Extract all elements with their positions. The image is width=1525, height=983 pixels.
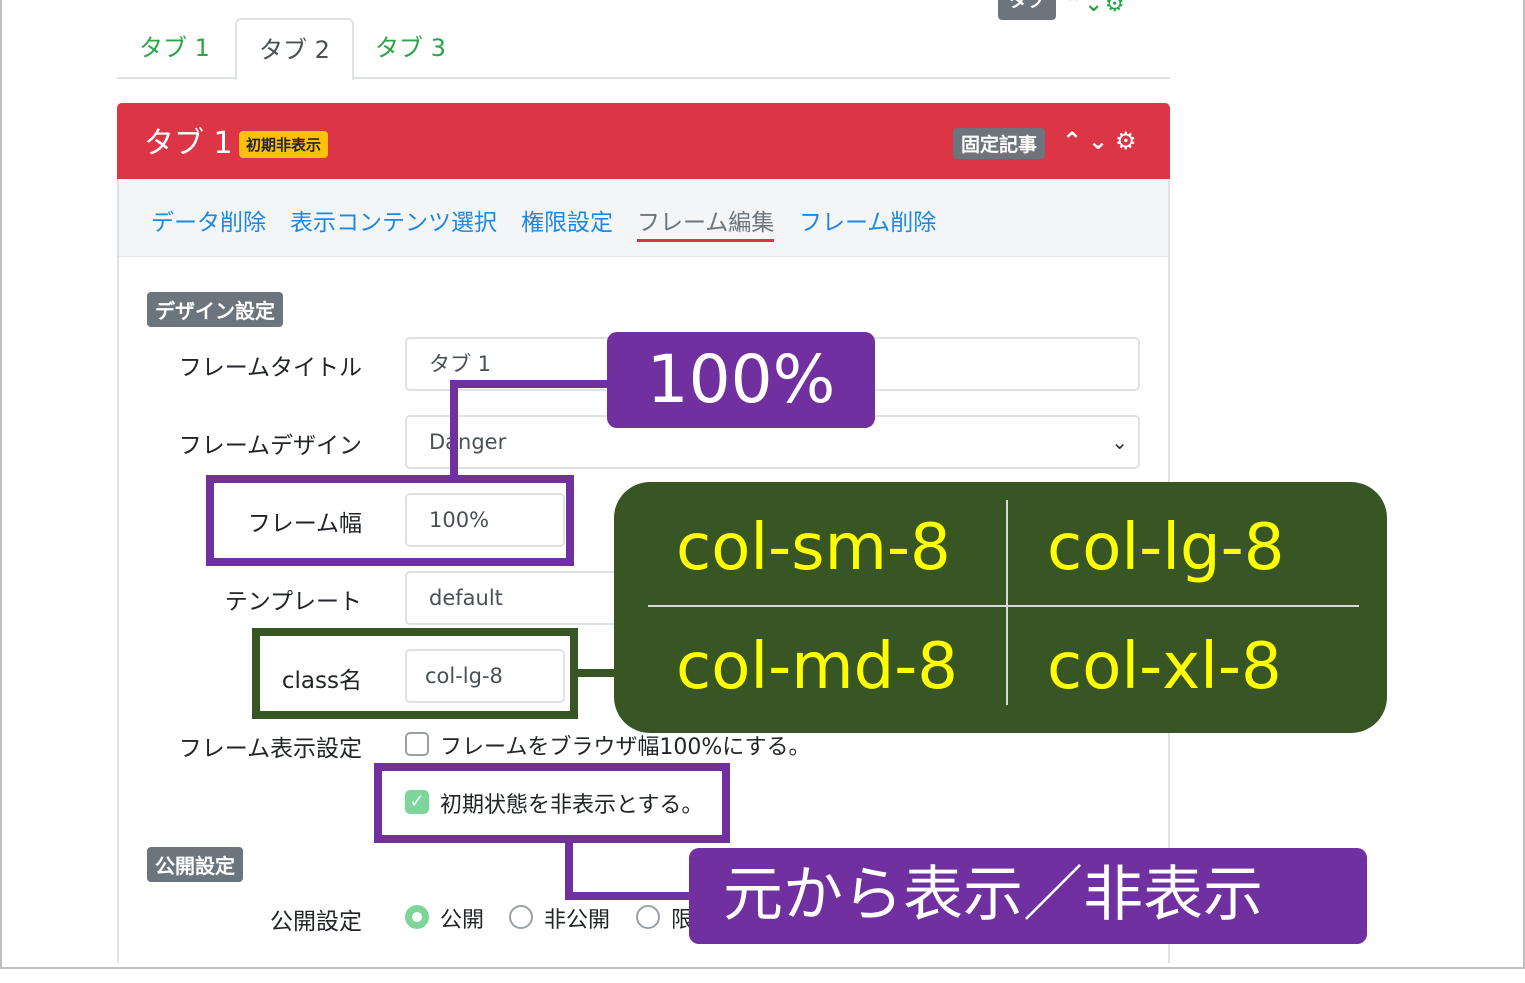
subnav-data-delete[interactable]: データ削除 <box>151 203 266 237</box>
chevron-up-icon[interactable]: ⌃ <box>1064 0 1084 17</box>
private-radio-label: 非公開 <box>544 908 611 933</box>
browser-width-checkbox[interactable] <box>405 732 429 756</box>
frame-title: タブ 1 <box>144 126 233 161</box>
tab-bar: タブ 1 タブ 2 タブ 3 <box>117 18 1170 81</box>
width-callout: 100% <box>607 332 875 428</box>
callout-connector <box>450 380 612 388</box>
template-select[interactable]: default <box>405 571 625 625</box>
class-example-cell: col-lg-8 <box>1047 511 1285 585</box>
initial-hidden-highlight <box>374 763 730 843</box>
callout-connector <box>450 380 458 479</box>
template-label: テンプレート <box>224 589 362 615</box>
top-frame-controls: ⌃⌄⚙ <box>1064 0 1127 17</box>
frame-design-value: Danger <box>429 430 507 454</box>
callout-connector <box>565 892 693 900</box>
tab-3[interactable]: タブ 3 <box>353 18 468 79</box>
class-name-highlight <box>252 628 578 719</box>
frame-width-highlight <box>206 475 574 566</box>
subnav-frame-delete[interactable]: フレーム削除 <box>799 203 936 237</box>
callout-connector <box>574 669 618 677</box>
toggle-callout: 元から表示／非表示 <box>689 848 1367 944</box>
top-frame-badge: タブ <box>998 0 1056 20</box>
chevron-down-icon: ⌄ <box>1111 430 1128 454</box>
browser-width-option-label: フレームをブラウザ幅100%にする。 <box>440 735 811 760</box>
subnav-permissions[interactable]: 権限設定 <box>521 203 613 237</box>
class-example-cell: col-md-8 <box>676 630 958 704</box>
class-example-cell: col-sm-8 <box>676 511 951 585</box>
frame-display-label: フレーム表示設定 <box>178 736 362 762</box>
limited-radio[interactable] <box>636 905 660 929</box>
fixed-article-badge: 固定記事 <box>953 128 1046 159</box>
frame-title-label: フレームタイトル <box>178 355 362 381</box>
design-settings-badge: デザイン設定 <box>147 292 283 327</box>
chevron-up-icon[interactable]: ⌃ <box>1062 127 1082 155</box>
public-radio[interactable] <box>405 905 429 929</box>
tab-1[interactable]: タブ 1 <box>117 18 232 79</box>
frame-design-label: フレームデザイン <box>178 433 362 459</box>
private-radio[interactable] <box>509 905 533 929</box>
public-settings-badge: 公開設定 <box>147 847 243 882</box>
subnav-content-select[interactable]: 表示コンテンツ選択 <box>290 203 497 237</box>
tab-2[interactable]: タブ 2 <box>235 18 354 81</box>
gear-icon[interactable]: ⚙ <box>1115 127 1137 155</box>
table-divider <box>1006 500 1008 705</box>
chevron-down-icon[interactable]: ⌄ <box>1084 0 1104 17</box>
class-example-cell: col-xl-8 <box>1047 630 1282 704</box>
initial-hidden-badge: 初期非表示 <box>239 131 329 158</box>
callout-connector <box>565 840 573 900</box>
public-radio-label: 公開 <box>440 908 485 933</box>
table-divider <box>648 605 1359 607</box>
subnav-frame-edit[interactable]: フレーム編集 <box>637 203 775 242</box>
chevron-down-icon[interactable]: ⌄ <box>1088 127 1108 155</box>
gear-icon[interactable]: ⚙ <box>1105 0 1127 17</box>
public-settings-label: 公開設定 <box>270 909 362 935</box>
